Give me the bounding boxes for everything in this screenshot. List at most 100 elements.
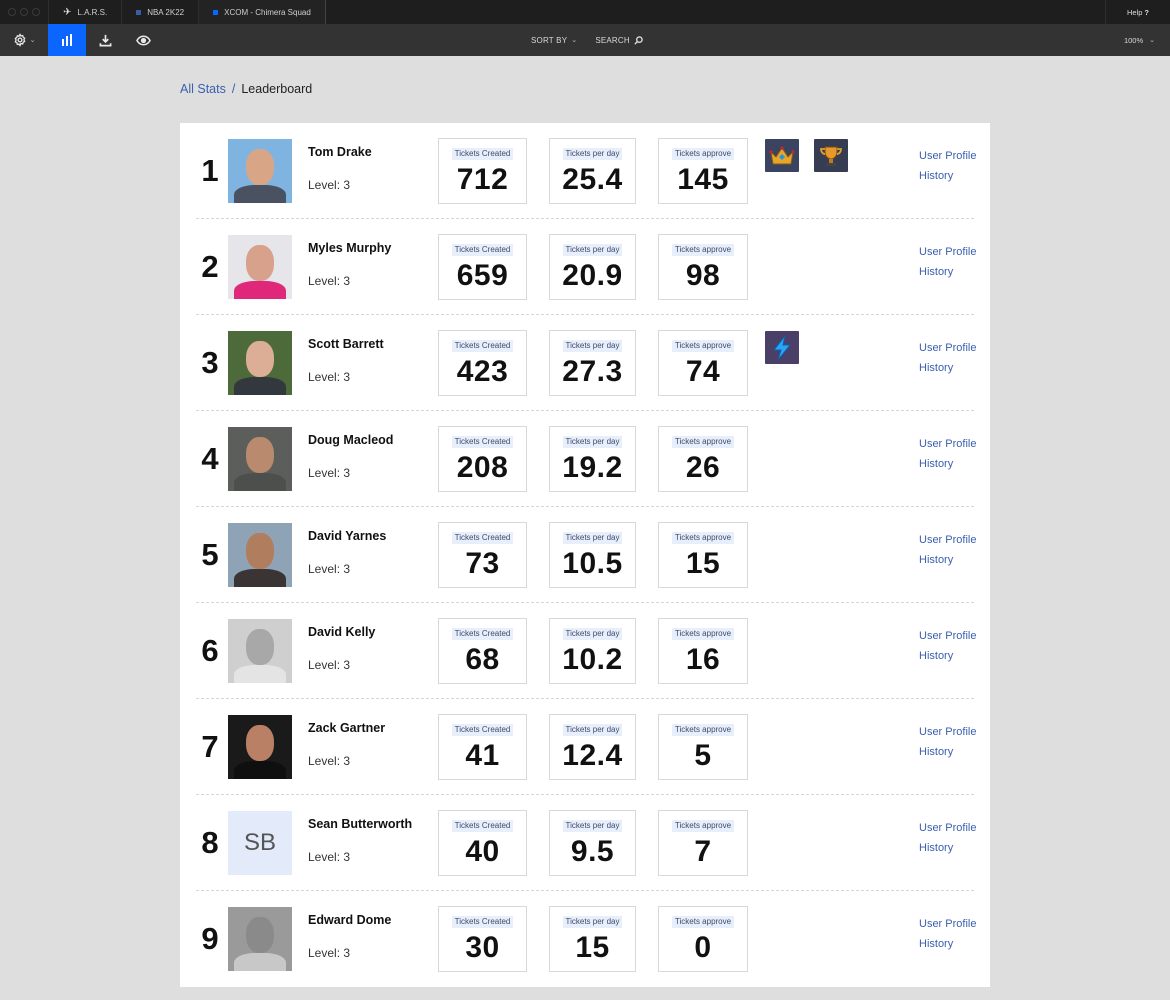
tickets-created-label: Tickets Created [451,244,514,256]
avatar[interactable] [228,331,292,395]
row-links: User Profile History [919,530,976,570]
search-button[interactable]: SEARCH [595,36,643,45]
avatar[interactable]: SB [228,811,292,875]
history-link[interactable]: History [919,838,976,858]
leaderboard-row: 9 Edward Dome Level: 3 Tickets Created 3… [196,891,976,987]
history-link[interactable]: History [919,934,976,954]
tab-label: XCOM - Chimera Squad [224,7,311,17]
tickets-per-day-card: Tickets per day 27.3 [549,330,636,396]
avatar[interactable] [228,427,292,491]
trophy-badge-icon[interactable] [814,139,848,172]
tickets-per-day-label: Tickets per day [562,436,623,448]
tickets-approved-card: Tickets approve 7 [658,810,748,876]
user-profile-link[interactable]: User Profile [919,242,976,262]
history-link[interactable]: History [919,550,976,570]
tickets-approved-value: 26 [685,451,721,484]
avatar[interactable] [228,907,292,971]
tickets-created-value: 423 [456,355,509,388]
tickets-per-day-label: Tickets per day [562,820,623,832]
user-name: Sean Butterworth [308,817,413,831]
zoom-dropdown[interactable]: 100% ⌄ [1124,24,1155,56]
avatar[interactable] [228,715,292,779]
avatar[interactable] [228,235,292,299]
history-link[interactable]: History [919,454,976,474]
rank-number: 5 [201,537,219,572]
tickets-per-day-label: Tickets per day [562,724,623,736]
user-profile-link[interactable]: User Profile [919,530,976,550]
row-links: User Profile History [919,722,976,762]
tickets-created-value: 73 [465,547,500,580]
avatar[interactable] [228,139,292,203]
user-profile-link[interactable]: User Profile [919,434,976,454]
user-profile-link[interactable]: User Profile [919,914,976,934]
leaderboard-panel: 1 Tom Drake Level: 3 Tickets Created 712… [180,123,990,987]
tab-nba-2k22[interactable]: NBA 2K22 [122,0,200,24]
user-name: Myles Murphy [308,241,392,255]
tickets-per-day-card: Tickets per day 10.2 [549,618,636,684]
history-link[interactable]: History [919,166,976,186]
tab-lars[interactable]: ✈ L.A.R.S. [49,0,123,24]
photo-body [234,473,286,491]
breadcrumb-separator: / [231,82,236,96]
tickets-per-day-label: Tickets per day [562,628,623,640]
history-link[interactable]: History [919,742,976,762]
window-tab-bar: ✈ L.A.R.S. NBA 2K22 XCOM - Chimera Squad… [0,0,1170,24]
rank-number: 3 [201,345,219,380]
tickets-approved-label: Tickets approve [671,340,735,352]
gear-icon [14,33,26,47]
row-links: User Profile History [919,242,976,282]
crown-badge-icon[interactable] [765,139,799,172]
user-info: Doug Macleod Level: 3 [308,434,428,480]
square-icon [213,9,219,15]
user-profile-link[interactable]: User Profile [919,146,976,166]
view-button[interactable] [124,24,162,56]
history-link[interactable]: History [919,358,976,378]
question-icon: ? [1144,7,1150,17]
help-label: Help [1126,7,1143,17]
user-photo [228,715,292,779]
tab-xcom-chimera-squad[interactable]: XCOM - Chimera Squad [199,0,326,24]
avatar[interactable] [228,523,292,587]
close-window-button[interactable] [8,8,16,16]
tickets-created-label: Tickets Created [451,532,514,544]
breadcrumb-current: Leaderboard [241,82,313,96]
rank-number: 8 [201,825,219,860]
tickets-created-value: 659 [456,259,509,292]
user-level: Level: 3 [308,946,351,960]
minimize-window-button[interactable] [20,8,28,16]
tickets-per-day-value: 9.5 [570,835,615,868]
lightning-badge-icon[interactable] [765,331,799,364]
user-profile-link[interactable]: User Profile [919,626,976,646]
photo-head [246,533,274,569]
user-info: David Yarnes Level: 3 [308,530,428,576]
user-profile-link[interactable]: User Profile [919,338,976,358]
user-profile-link[interactable]: User Profile [919,818,976,838]
toolbar-center: SORT BY ⌄ SEARCH [531,24,643,56]
tab-label: L.A.R.S. [77,7,108,17]
bar-chart-icon [62,34,72,46]
tickets-approved-card: Tickets approve 15 [658,522,748,588]
help-button[interactable]: Help ? [1105,0,1170,24]
user-profile-link[interactable]: User Profile [919,722,976,742]
photo-body [234,569,286,587]
tickets-approved-label: Tickets approve [671,532,735,544]
tickets-approved-label: Tickets approve [671,724,735,736]
settings-menu-button[interactable]: ⌄ [0,24,48,56]
breadcrumb-all-stats-link[interactable]: All Stats [180,82,226,96]
tickets-per-day-label: Tickets per day [562,532,623,544]
avatar[interactable] [228,619,292,683]
tickets-created-card: Tickets Created 712 [438,138,527,204]
stats-view-button[interactable] [48,24,86,56]
maximize-window-button[interactable] [32,8,40,16]
sort-by-dropdown[interactable]: SORT BY ⌄ [531,36,577,45]
user-level: Level: 3 [308,178,351,192]
lars-logo-icon: ✈ [63,6,72,18]
user-level: Level: 3 [308,562,351,576]
history-link[interactable]: History [919,262,976,282]
tickets-created-card: Tickets Created 659 [438,234,527,300]
leaderboard-row: 6 David Kelly Level: 3 Tickets Created 6… [196,603,976,699]
user-name: Tom Drake [308,145,372,159]
search-label: SEARCH [595,35,630,45]
history-link[interactable]: History [919,646,976,666]
download-button[interactable] [86,24,124,56]
